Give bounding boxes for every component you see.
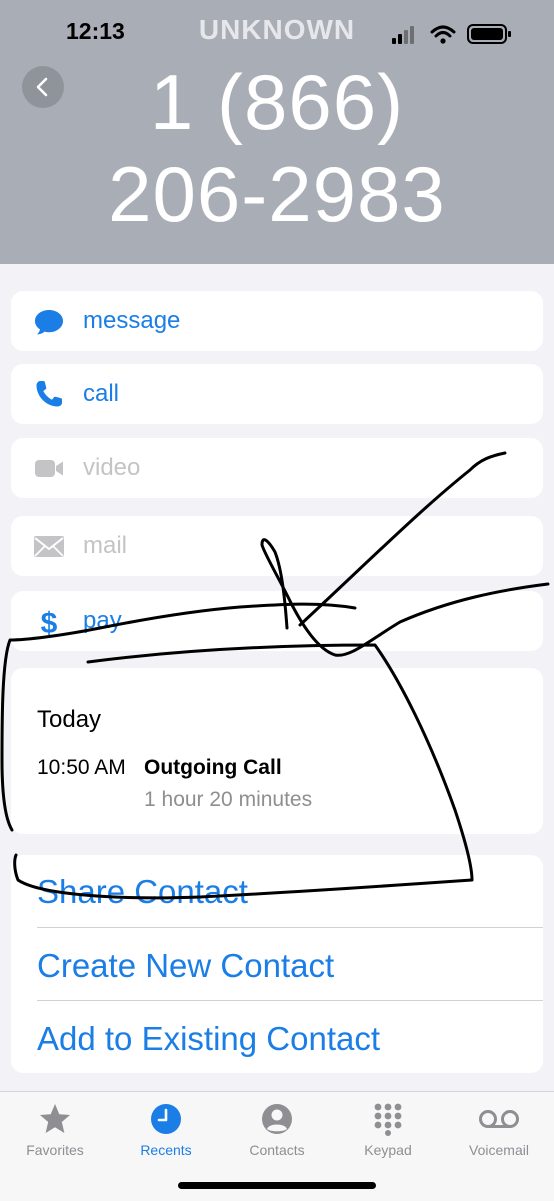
- call-duration: 1 hour 20 minutes: [144, 788, 313, 811]
- cellular-signal-icon: [392, 26, 414, 44]
- contact-links: Share Contact Create New Contact Add to …: [11, 855, 543, 1073]
- battery-icon: [467, 24, 511, 44]
- call-history: Today 10:50 AM Outgoing Call 1 hour 20 m…: [11, 668, 543, 834]
- svg-text:$: $: [41, 607, 58, 637]
- action-label: call: [83, 380, 120, 407]
- action-video[interactable]: video: [11, 438, 543, 498]
- person-icon: [262, 1104, 292, 1134]
- tab-label: Contacts: [249, 1142, 305, 1158]
- message-icon: [35, 310, 63, 335]
- video-icon: [35, 460, 63, 477]
- phone-icon: [36, 381, 62, 407]
- tab-recents[interactable]: Recents: [111, 1102, 221, 1158]
- dollar-icon: $: [41, 607, 58, 637]
- home-indicator[interactable]: [178, 1182, 376, 1189]
- divider: [37, 927, 543, 928]
- tab-contacts[interactable]: Contacts: [222, 1102, 332, 1158]
- action-label: video: [83, 454, 141, 481]
- tab-keypad[interactable]: Keypad: [333, 1102, 443, 1158]
- action-label: mail: [83, 532, 128, 559]
- action-label: message: [83, 307, 181, 334]
- star-icon: [40, 1104, 70, 1133]
- share-contact-link[interactable]: Share Contact: [37, 873, 248, 911]
- tab-label: Favorites: [26, 1142, 84, 1158]
- status-icons: [392, 24, 511, 44]
- history-day: Today: [37, 706, 102, 733]
- voicemail-icon: [479, 1110, 519, 1128]
- mail-icon: [34, 536, 64, 557]
- contact-number-line1: 1 (866): [149, 58, 405, 146]
- action-pay[interactable]: $ pay: [11, 591, 543, 651]
- clock-icon: [151, 1104, 181, 1134]
- tab-favorites[interactable]: Favorites: [0, 1102, 110, 1158]
- create-new-contact-link[interactable]: Create New Contact: [37, 947, 334, 985]
- add-to-existing-contact-link[interactable]: Add to Existing Contact: [37, 1020, 380, 1058]
- tab-label: Voicemail: [469, 1142, 529, 1158]
- action-mail[interactable]: mail: [11, 516, 543, 576]
- wifi-icon: [430, 25, 456, 44]
- action-call[interactable]: call: [11, 364, 543, 424]
- call-type: Outgoing Call: [144, 756, 282, 779]
- tab-label: Recents: [140, 1142, 192, 1158]
- divider: [37, 1000, 543, 1001]
- action-message[interactable]: message: [11, 291, 543, 351]
- contact-number-line2: 206-2983: [108, 150, 446, 238]
- tab-label: Keypad: [364, 1142, 412, 1158]
- action-label: pay: [83, 607, 122, 634]
- tab-voicemail[interactable]: Voicemail: [444, 1102, 554, 1158]
- call-time: 10:50 AM: [37, 756, 126, 779]
- contact-number: 1 (866) 206-2983: [0, 56, 554, 240]
- keypad-icon: [374, 1103, 402, 1136]
- contact-header: 12:13 UNKNOWN 1 (866) 206-2983: [0, 0, 554, 264]
